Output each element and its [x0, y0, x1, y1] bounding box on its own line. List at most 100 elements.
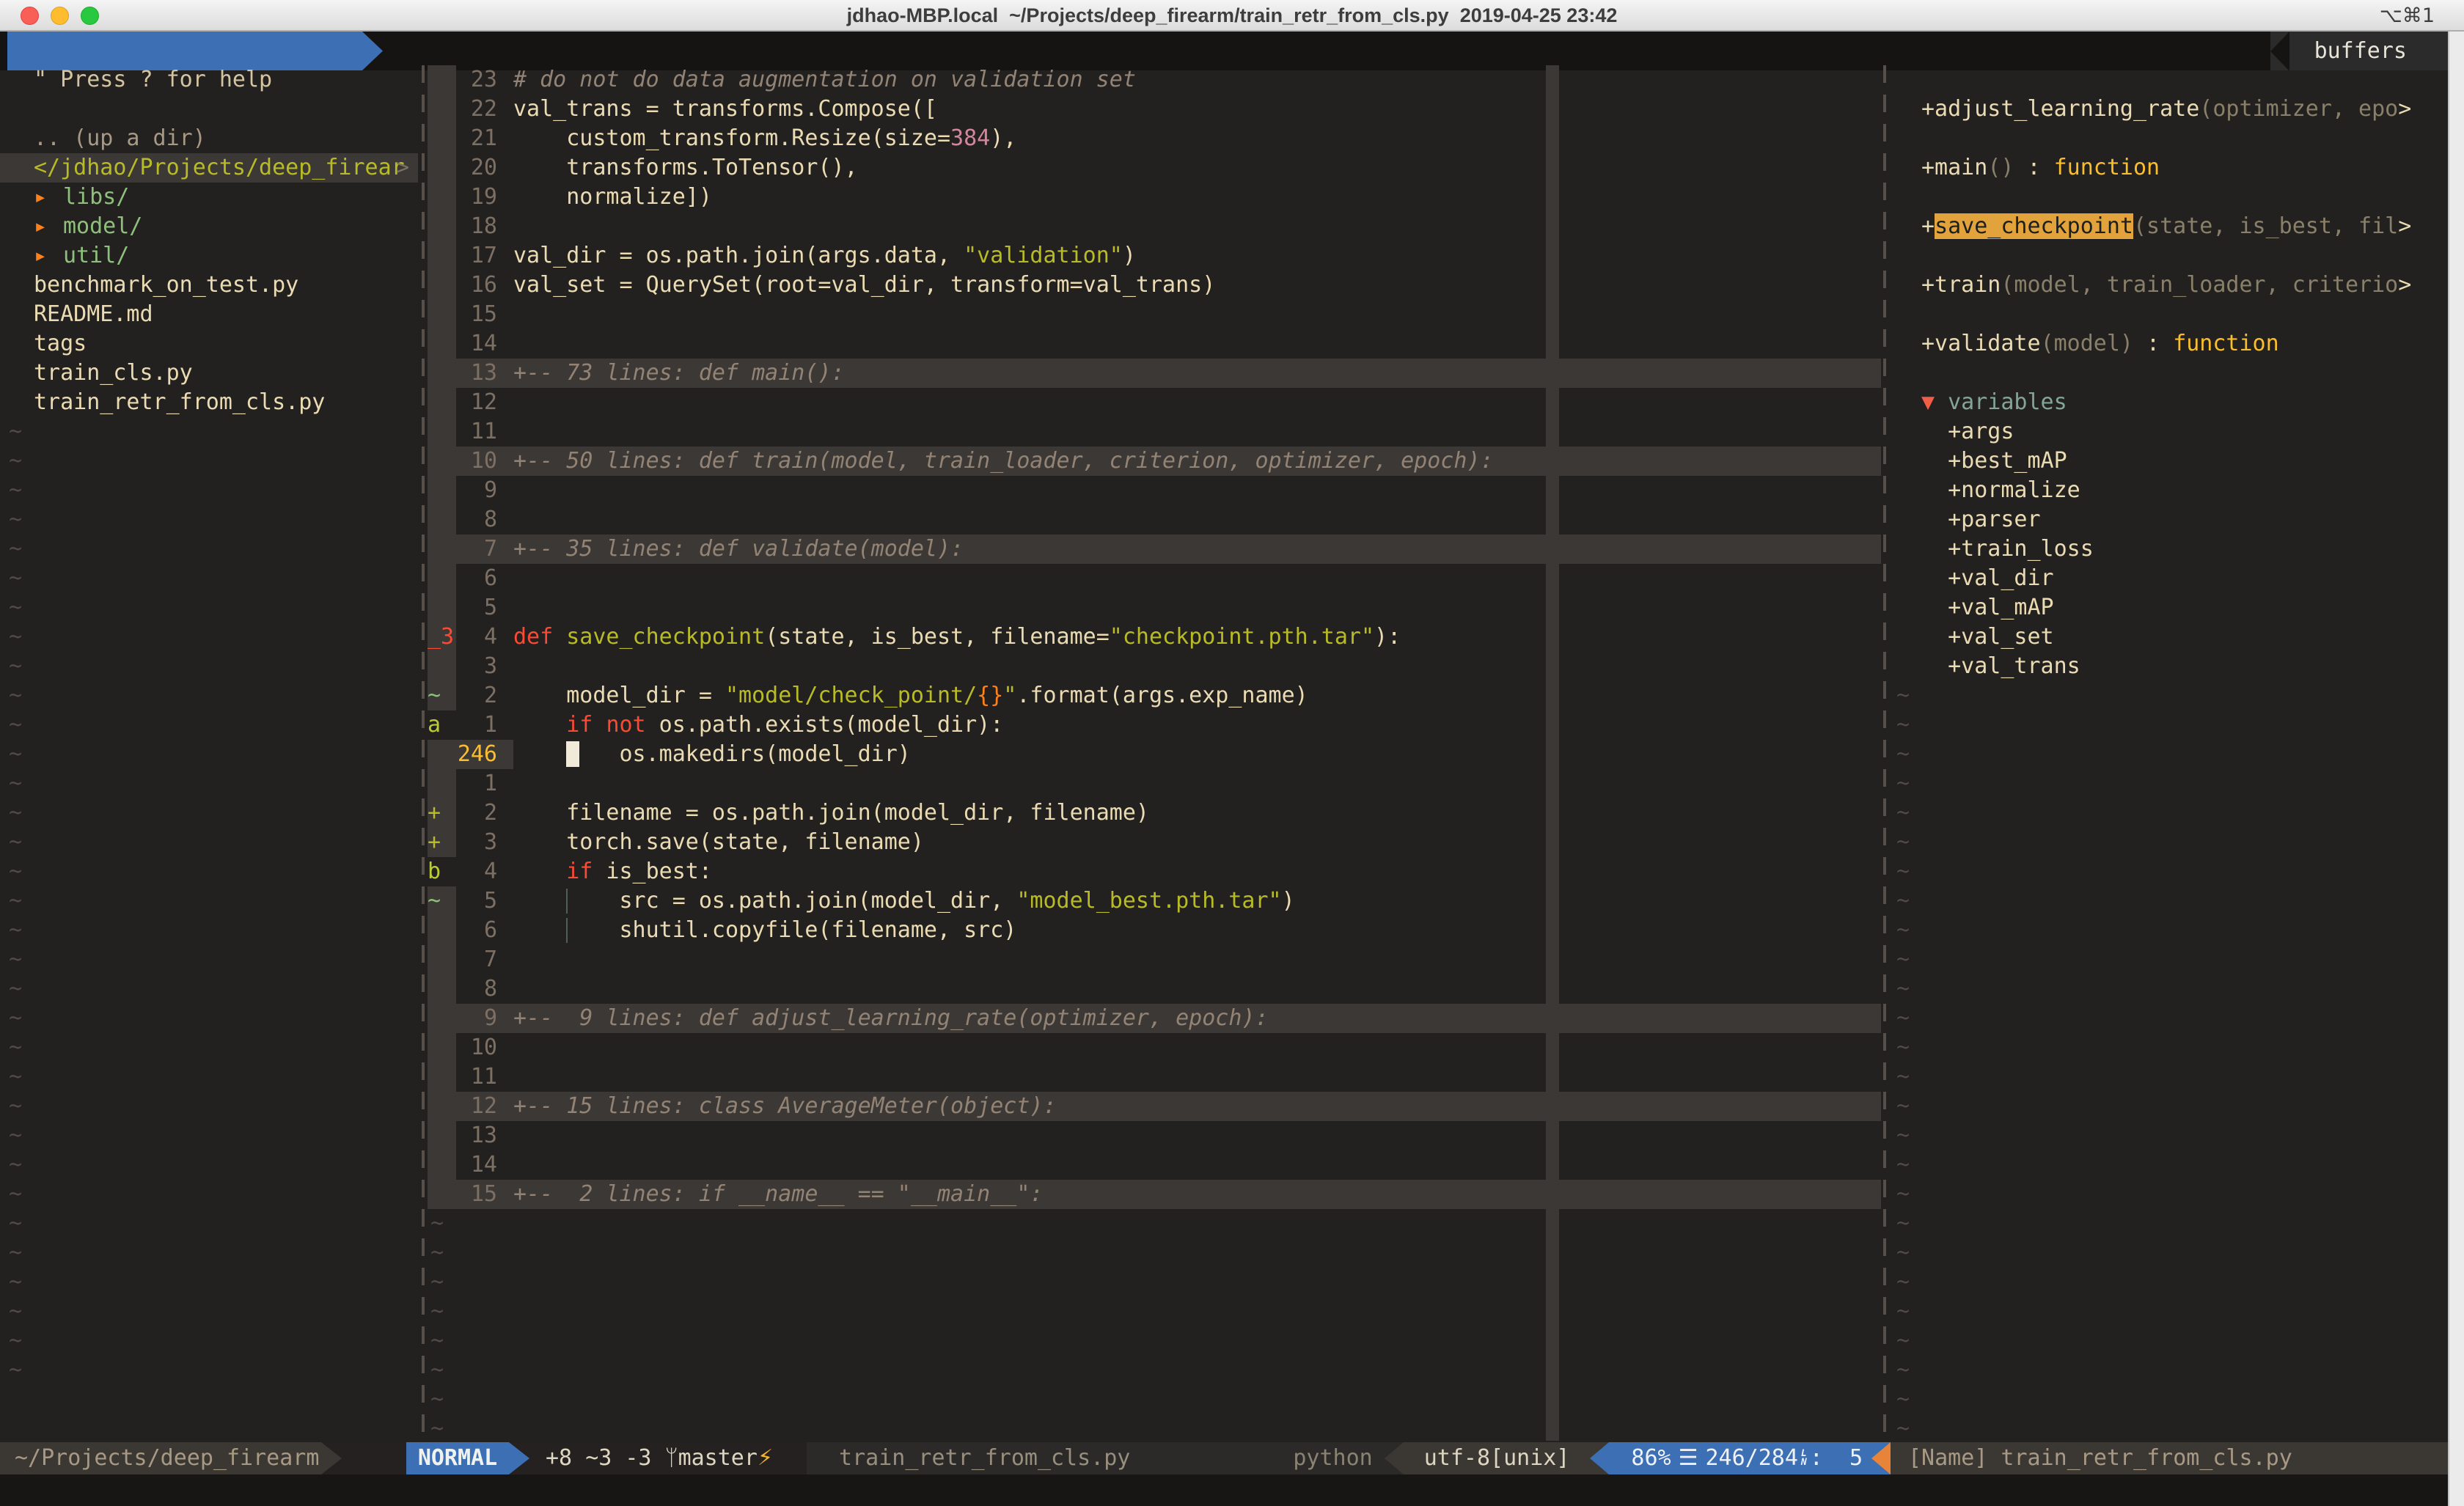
code-line[interactable]: ~2 model_dir = "model/check_point/{}".fo… — [428, 681, 1881, 710]
code-line[interactable]: 13+-- 73 lines: def main(): — [428, 359, 1881, 388]
sign-column — [428, 769, 456, 798]
code-line[interactable]: 15+-- 2 lines: if __name__ == "__main__"… — [428, 1180, 1881, 1209]
tag-entry[interactable]: +val_trans — [1891, 652, 2448, 681]
code-line[interactable]: 5 — [428, 593, 1881, 622]
tree-up-dir[interactable]: .. (up a dir) — [0, 124, 418, 153]
code-line[interactable]: ~ — [428, 1268, 1881, 1297]
code-line[interactable]: 13 — [428, 1121, 1881, 1150]
code-line[interactable]: 21 custom_transform.Resize(size=384), — [428, 124, 1881, 153]
code-line[interactable]: 22val_trans = transforms.Compose([ — [428, 95, 1881, 124]
code-line[interactable]: 17val_dir = os.path.join(args.data, "val… — [428, 241, 1881, 271]
code-line[interactable]: ~ — [428, 1238, 1881, 1268]
tag-token: : — [2014, 155, 2053, 180]
tag-entry[interactable]: +train_loss — [1891, 535, 2448, 564]
sign-column — [428, 447, 456, 476]
code-line[interactable]: _34def save_checkpoint(state, is_best, f… — [428, 622, 1881, 652]
line-number: 8 — [456, 505, 513, 535]
code-line[interactable]: 14 — [428, 329, 1881, 359]
command-line[interactable] — [0, 1474, 2448, 1506]
tree-item-dir[interactable]: ▸model/ — [0, 212, 418, 241]
tree-item-dir[interactable]: ▸util/ — [0, 241, 418, 271]
column-number: 5 — [1849, 1442, 1863, 1474]
code-line[interactable]: +3 torch.save(state, filename) — [428, 828, 1881, 857]
code-line[interactable]: 10+-- 50 lines: def train(model, train_l… — [428, 447, 1881, 476]
code-line[interactable]: ~ — [428, 1326, 1881, 1356]
code-line[interactable]: ~ — [428, 1385, 1881, 1414]
code-line[interactable]: 6 — [428, 564, 1881, 593]
window-separator[interactable] — [1883, 65, 1886, 1442]
empty-line-marker: ~ — [0, 1238, 418, 1268]
code-line[interactable]: 19 normalize]) — [428, 183, 1881, 212]
tree-item-file[interactable]: tags — [0, 329, 418, 359]
scrollbar[interactable] — [2448, 32, 2464, 1506]
code-line[interactable]: 7+-- 35 lines: def validate(model): — [428, 535, 1881, 564]
code-line[interactable]: 11 — [428, 417, 1881, 447]
tree-item-file[interactable]: train_cls.py — [0, 359, 418, 388]
code-line[interactable]: a1 if not os.path.exists(model_dir): — [428, 710, 1881, 740]
tag-entry[interactable]: +val_set — [1891, 622, 2448, 652]
sign-column — [428, 153, 456, 183]
colon-sep: : — [1810, 1442, 1823, 1474]
tree-item-file[interactable]: train_retr_from_cls.py — [0, 388, 418, 417]
code-line[interactable]: 9+-- 9 lines: def adjust_learning_rate(o… — [428, 1004, 1881, 1033]
code-line[interactable]: 12 — [428, 388, 1881, 417]
line-number: 3 — [456, 828, 513, 857]
code-line[interactable]: 3 — [428, 652, 1881, 681]
code-line[interactable]: 246 os.makedirs(model_dir) — [428, 740, 1881, 769]
code-line[interactable]: ~ — [428, 1356, 1881, 1385]
code-line[interactable]: 12+-- 15 lines: class AverageMeter(objec… — [428, 1092, 1881, 1121]
code-line[interactable]: ~ — [428, 1414, 1881, 1442]
tag-entry[interactable]: +save_checkpoint(state, is_best, fil> — [1891, 212, 2448, 241]
tree-help-line: " Press ? for help — [0, 65, 418, 95]
code-line[interactable]: 10 — [428, 1033, 1881, 1062]
code-line[interactable]: ~ — [428, 1297, 1881, 1326]
sign-column — [428, 593, 456, 622]
empty-line-marker: ~ — [1891, 857, 2448, 886]
code-line[interactable]: 1 — [428, 769, 1881, 798]
code-line[interactable]: 8 — [428, 974, 1881, 1004]
code-line[interactable]: +2 filename = os.path.join(model_dir, fi… — [428, 798, 1881, 828]
code-line[interactable]: 14 — [428, 1150, 1881, 1180]
code-line[interactable]: 8 — [428, 505, 1881, 535]
tag-entry[interactable]: +parser — [1891, 505, 2448, 535]
code-line[interactable]: 23# do not do data augmentation on valid… — [428, 65, 1881, 95]
code-line[interactable]: 11 — [428, 1062, 1881, 1092]
nerdtree-panel: " Press ? for help .. (up a dir)</jdhao/P… — [0, 65, 418, 1442]
tree-root-path[interactable]: </jdhao/Projects/deep_firear> — [0, 153, 418, 183]
code-line[interactable]: 9 — [428, 476, 1881, 505]
tag-entry[interactable]: +args — [1891, 417, 2448, 447]
code-line[interactable]: 6 shutil.copyfile(filename, src) — [428, 916, 1881, 945]
dir-name: util/ — [63, 243, 129, 268]
tag-entry[interactable]: +normalize — [1891, 476, 2448, 505]
tag-entry[interactable]: +validate(model) : function — [1891, 329, 2448, 359]
code-line[interactable]: ~ — [428, 1209, 1881, 1238]
empty-line-marker: ~ — [1891, 740, 2448, 769]
tree-item-dir[interactable]: ▸libs/ — [0, 183, 418, 212]
empty-line-marker: ~ — [1891, 798, 2448, 828]
code-text — [513, 564, 1881, 593]
tree-item-file[interactable]: benchmark_on_test.py — [0, 271, 418, 300]
code-line[interactable]: b4 if is_best: — [428, 857, 1881, 886]
empty-line-marker: ~ — [0, 476, 418, 505]
code-token: {} — [977, 683, 1003, 708]
sign-column — [428, 271, 456, 300]
tag-entry[interactable]: +main() : function — [1891, 153, 2448, 183]
git-modified: ~3 — [585, 1442, 612, 1474]
tag-entry[interactable]: +train(model, train_loader, criterio> — [1891, 271, 2448, 300]
code-line[interactable]: 7 — [428, 945, 1881, 974]
tag-entry[interactable]: ▼ variables — [1891, 388, 2448, 417]
tag-entry[interactable]: +val_dir — [1891, 564, 2448, 593]
tag-entry[interactable]: +val_mAP — [1891, 593, 2448, 622]
code-token — [513, 741, 566, 767]
window-separator[interactable] — [422, 65, 425, 1442]
code-line[interactable]: 15 — [428, 300, 1881, 329]
empty-line-marker: ~ — [0, 564, 418, 593]
code-line[interactable]: ~5 src = os.path.join(model_dir, "model_… — [428, 886, 1881, 916]
tree-item-file[interactable]: README.md — [0, 300, 418, 329]
code-line[interactable]: 16val_set = QuerySet(root=val_dir, trans… — [428, 271, 1881, 300]
statusline-filename: train_retr_from_cls.py — [807, 1442, 1130, 1474]
code-line[interactable]: 18 — [428, 212, 1881, 241]
tag-entry[interactable]: +adjust_learning_rate(optimizer, epo> — [1891, 95, 2448, 124]
tag-entry[interactable]: +best_mAP — [1891, 447, 2448, 476]
code-line[interactable]: 20 transforms.ToTensor(), — [428, 153, 1881, 183]
